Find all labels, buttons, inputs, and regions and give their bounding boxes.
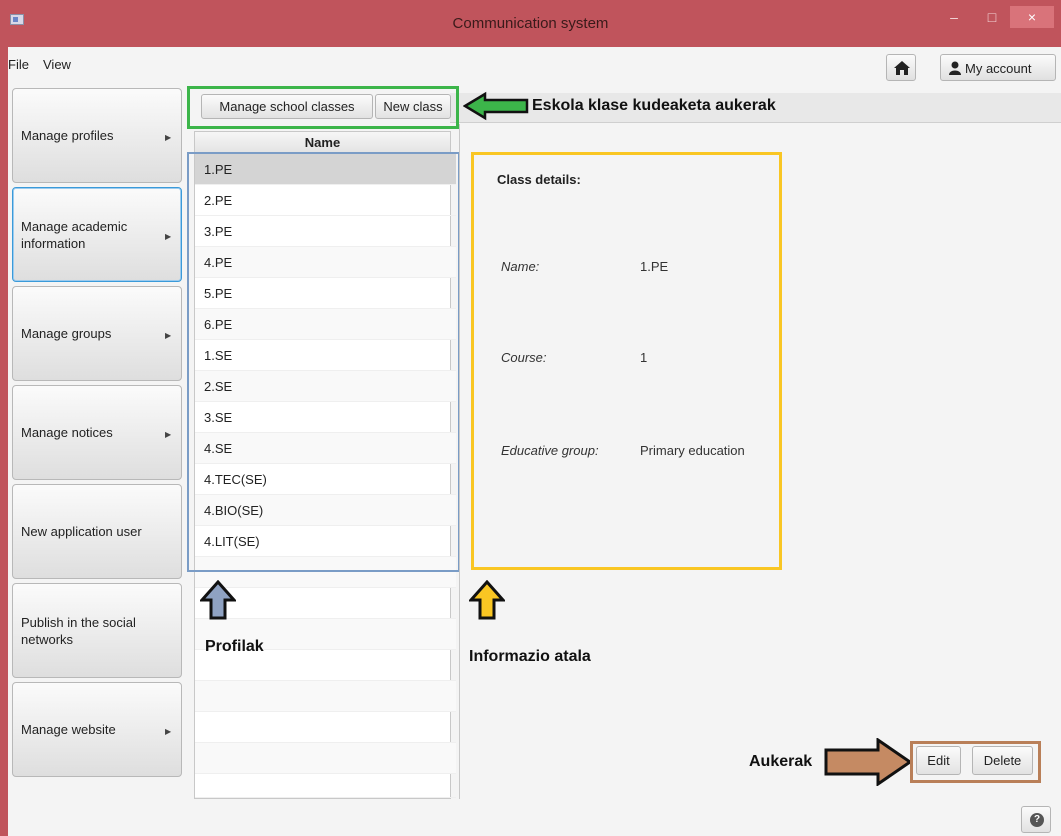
sidebar-item-publish-social-networks[interactable]: Publish in the social networks xyxy=(12,583,182,678)
name-value: 1.PE xyxy=(640,259,669,274)
sidebar-item-manage-groups[interactable]: Manage groups ▶ xyxy=(12,286,182,381)
maximize-button[interactable]: □ xyxy=(978,6,1006,28)
list-empty-row xyxy=(195,743,456,774)
annotation-arrow-up-icon xyxy=(469,580,505,620)
window-title: Communication system xyxy=(452,15,609,32)
list-column-header[interactable]: Name xyxy=(195,132,450,153)
delete-button[interactable]: Delete xyxy=(972,746,1033,775)
menu-file[interactable]: File xyxy=(8,57,29,72)
name-label: Name: xyxy=(501,259,540,274)
sidebar-item-label: Manage website xyxy=(21,722,116,737)
annotation-arrow-left-icon xyxy=(463,91,529,121)
help-button[interactable]: ? xyxy=(1021,806,1051,833)
sidebar-item-manage-profiles[interactable]: Manage profiles ▶ xyxy=(12,88,182,183)
annotation-highlight-toolbar xyxy=(187,86,459,129)
minimize-button[interactable]: – xyxy=(940,6,968,28)
sidebar-item-label: Manage profiles xyxy=(21,128,114,143)
sidebar-item-label: Manage academic information xyxy=(21,218,128,251)
sidebar-item-manage-website[interactable]: Manage website ▶ xyxy=(12,682,182,777)
annotation-highlight-list xyxy=(187,152,460,572)
list-annotation-text: Profilak xyxy=(205,638,264,655)
my-account-button[interactable]: My account xyxy=(940,54,1056,81)
sidebar-item-label: Manage groups xyxy=(21,326,112,341)
close-button[interactable]: × xyxy=(1010,6,1054,28)
toolbar-annotation-text: Eskola klase kudeaketa aukerak xyxy=(532,97,776,114)
edit-button[interactable]: Edit xyxy=(916,746,961,775)
course-value: 1 xyxy=(640,350,648,365)
menu-bar: File View My account xyxy=(8,47,1061,85)
sidebar-item-label: Publish in the social networks xyxy=(21,614,136,647)
sidebar-item-manage-notices[interactable]: Manage notices ▶ xyxy=(12,385,182,480)
sidebar-item-manage-academic-information[interactable]: Manage academic information ▶ xyxy=(12,187,182,282)
sidebar-item-label: New application user xyxy=(21,524,142,539)
status-bar xyxy=(8,799,1061,836)
my-account-label: My account xyxy=(965,61,1032,76)
sidebar-item-new-application-user[interactable]: New application user xyxy=(12,484,182,579)
title-bar: Communication system – □ × xyxy=(0,0,1061,47)
help-icon: ? xyxy=(1030,813,1044,827)
details-annotation-text: Informazio atala xyxy=(469,648,591,665)
home-button[interactable] xyxy=(886,54,916,81)
submenu-arrow-icon: ▶ xyxy=(165,133,172,142)
list-empty-row xyxy=(195,774,456,798)
menu-view[interactable]: View xyxy=(43,57,71,72)
actions-annotation-text: Aukerak xyxy=(749,753,813,770)
submenu-arrow-icon: ▶ xyxy=(165,331,172,340)
annotation-arrow-right-icon xyxy=(824,738,913,786)
home-icon xyxy=(894,61,910,75)
submenu-arrow-icon: ▶ xyxy=(165,232,172,241)
list-empty-row xyxy=(195,681,456,712)
user-icon xyxy=(949,61,961,75)
class-details-title: Class details: xyxy=(497,172,581,187)
submenu-arrow-icon: ▶ xyxy=(165,727,172,736)
sidebar-item-label: Manage notices xyxy=(21,425,113,440)
submenu-arrow-icon: ▶ xyxy=(165,430,172,439)
list-empty-row xyxy=(195,712,456,743)
educative-group-label: Educative group: xyxy=(501,443,599,458)
annotation-arrow-up-icon xyxy=(200,580,236,620)
educative-group-value: Primary education xyxy=(640,443,745,458)
course-label: Course: xyxy=(501,350,547,365)
